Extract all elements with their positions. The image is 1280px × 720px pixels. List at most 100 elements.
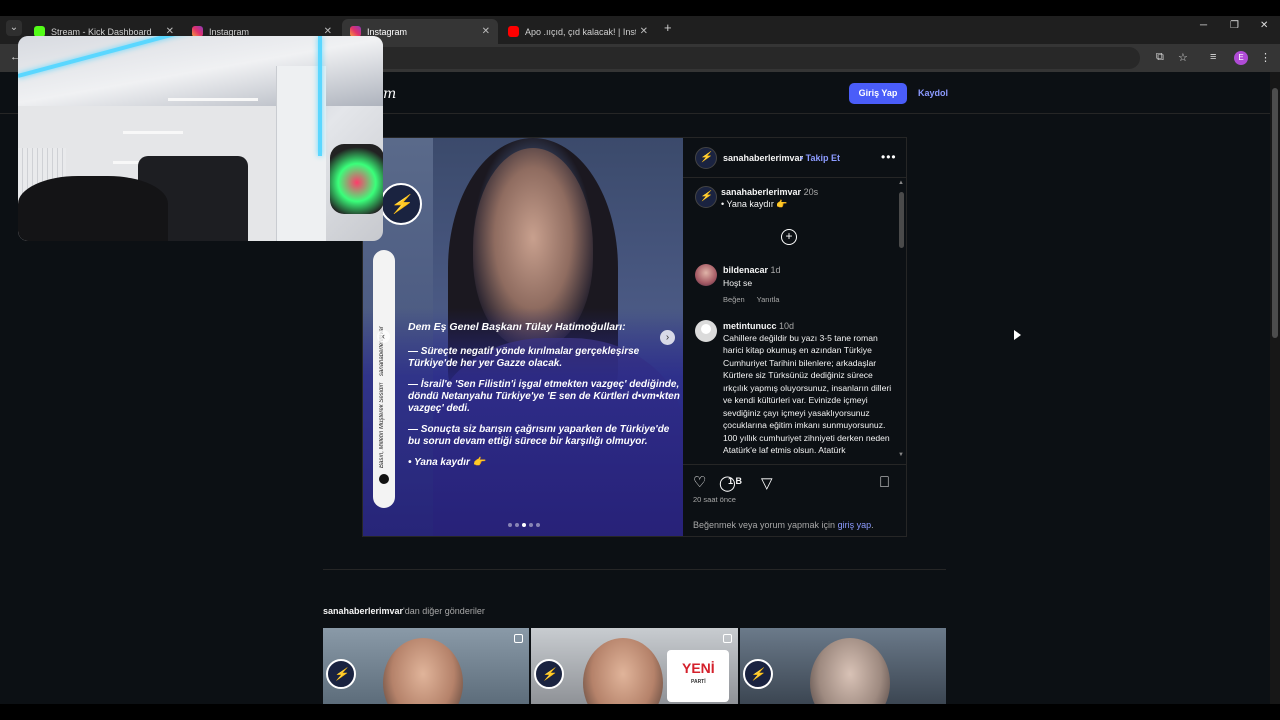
carousel-dot bbox=[515, 523, 519, 527]
scroll-thumb[interactable] bbox=[899, 192, 904, 248]
tab-youtube[interactable]: Apo .ııçıd, çıd kalacak! | InstaKa ✕ bbox=[500, 19, 656, 44]
login-link[interactable]: giriş yap bbox=[838, 520, 872, 530]
scroll-up-icon[interactable]: ▲ bbox=[898, 180, 904, 186]
comment-time: 1d bbox=[770, 265, 781, 275]
comments-scrollbar[interactable]: ▲ ▼ bbox=[898, 180, 905, 460]
media-control-icon[interactable]: ≡ bbox=[1210, 51, 1216, 63]
post-action-bar: ♡ ◯ 1 B ▽ ⎕ 20 saat önce Beğenmek veya y… bbox=[683, 464, 906, 536]
post-header: ⚡ sanahaberlerimvar • Takip Et ••• bbox=[683, 138, 906, 178]
comment-count: 1 B bbox=[728, 476, 743, 486]
signup-link[interactable]: Kaydol bbox=[918, 88, 948, 98]
post-side-panel: ⚡ sanahaberlerimvar • Takip Et ••• ⚡ san… bbox=[683, 138, 906, 536]
post-timestamp: 20 saat önce bbox=[693, 495, 736, 504]
new-tab-button[interactable]: + bbox=[664, 20, 672, 35]
login-prompt: Beğenmek veya yorum yapmak için giriş ya… bbox=[693, 520, 874, 530]
like-comment-link[interactable]: Beğen bbox=[723, 295, 745, 304]
side-strip-logo-icon bbox=[379, 474, 389, 484]
side-strip-caption: Basın, Milletin Müşterek Sesidir! sanaha… bbox=[379, 268, 389, 468]
carousel-dot bbox=[529, 523, 533, 527]
brand-logo-badge: ⚡ bbox=[380, 183, 422, 225]
comment-text: Hoşt se bbox=[723, 278, 753, 288]
reply-comment-link[interactable]: Yanıtla bbox=[757, 295, 780, 304]
carousel-next-icon[interactable]: › bbox=[660, 330, 675, 345]
address-bar[interactable] bbox=[370, 47, 1140, 69]
post-thumbnail[interactable]: ⚡ bbox=[739, 628, 946, 704]
webcam-microphone bbox=[330, 144, 383, 214]
post-media-carousel[interactable]: Basın, Milletin Müşterek Sesidir! sanaha… bbox=[363, 138, 683, 536]
caption-username[interactable]: sanahaberlerimvar bbox=[721, 187, 801, 197]
comment-username[interactable]: metintunucc bbox=[723, 321, 777, 331]
carousel-indicator-icon bbox=[722, 634, 732, 643]
comment-actions: Beğen Yanıtla bbox=[723, 295, 789, 304]
carousel-dot bbox=[522, 523, 526, 527]
login-prompt-text: Beğenmek veya yorum yapmak için bbox=[693, 520, 836, 530]
caption-header: sanahaberlerimvar 20s bbox=[721, 187, 818, 197]
account-username[interactable]: sanahaberlerimvar bbox=[723, 153, 803, 163]
window-close-icon[interactable]: ✕ bbox=[1260, 20, 1268, 31]
scroll-down-icon[interactable]: ▼ bbox=[898, 452, 904, 458]
commenter-avatar[interactable] bbox=[695, 264, 717, 286]
bookmark-star-icon[interactable]: ☆ bbox=[1178, 51, 1188, 64]
profile-avatar[interactable]: E bbox=[1234, 51, 1248, 65]
brand-logo-badge: ⚡ bbox=[326, 659, 356, 689]
minimize-icon[interactable]: ─ bbox=[1200, 20, 1207, 31]
carousel-prev-icon[interactable]: ‹ bbox=[377, 330, 390, 343]
commenter-avatar[interactable] bbox=[695, 320, 717, 342]
mouse-cursor-icon bbox=[1014, 330, 1021, 340]
caption-avatar[interactable]: ⚡ bbox=[695, 186, 717, 208]
party-logo-text: YENİ bbox=[681, 660, 715, 676]
instagram-logo[interactable]: m bbox=[383, 86, 396, 102]
webcam-led-strip bbox=[318, 36, 322, 156]
headline-line: — Süreçte negatif yönde kırılmalar gerçe… bbox=[408, 345, 640, 369]
install-app-icon[interactable]: ⧉ bbox=[1156, 51, 1164, 64]
webcam-shelf bbox=[123, 131, 183, 134]
carousel-dot bbox=[508, 523, 512, 527]
thumbnail-photo bbox=[583, 638, 664, 704]
headline-line: — İsrail'e 'Sen Filistin'i işgal etmekte… bbox=[408, 378, 680, 414]
maximize-icon[interactable]: ❐ bbox=[1230, 20, 1239, 31]
comment-username[interactable]: bildenacar bbox=[723, 265, 768, 275]
youtube-icon bbox=[508, 26, 519, 37]
more-posts-title: sanahaberlerimvar'dan diğer gönderiler bbox=[323, 606, 485, 616]
webcam-person bbox=[18, 176, 168, 241]
bookmark-icon[interactable]: ⎕ bbox=[880, 474, 889, 491]
load-more-comments-icon[interactable]: + bbox=[781, 229, 797, 245]
post-thumbnail[interactable]: ⚡ bbox=[323, 628, 530, 704]
caption-time: 20s bbox=[803, 187, 819, 197]
tab-title: Apo .ııçıd, çıd kalacak! | InstaKa bbox=[525, 26, 636, 37]
more-options-icon[interactable]: ••• bbox=[881, 150, 897, 164]
account-avatar[interactable]: ⚡ bbox=[695, 147, 717, 169]
webcam-shelf bbox=[168, 98, 258, 101]
comments-list[interactable]: ⚡ sanahaberlerimvar 20s • Yana kaydır 👉 … bbox=[683, 179, 898, 463]
webcam-ceiling bbox=[18, 36, 383, 106]
brand-logo-badge: ⚡ bbox=[534, 659, 565, 689]
carousel-dot bbox=[536, 523, 540, 527]
comment-text: Cahillere değildir bu yazı 3-5 tane roma… bbox=[723, 333, 892, 456]
screen-bottom-bar bbox=[0, 704, 1280, 720]
tab-title: Instagram bbox=[209, 26, 250, 37]
more-posts-suffix: 'dan diğer gönderiler bbox=[403, 606, 485, 616]
comment-time: 10d bbox=[779, 321, 795, 331]
browser-menu-icon[interactable]: ⋮ bbox=[1260, 51, 1271, 64]
carousel-indicator-icon bbox=[514, 634, 524, 643]
page-scroll-thumb[interactable] bbox=[1272, 88, 1278, 338]
party-logo: YENİ PARTİ bbox=[667, 650, 730, 702]
post-thumbnail[interactable]: YENİ PARTİ ⚡ bbox=[531, 628, 738, 704]
follow-button[interactable]: • Takip Et bbox=[800, 153, 840, 163]
party-logo-subtext: PARTİ bbox=[691, 679, 706, 685]
login-button[interactable]: Giriş Yap bbox=[849, 83, 907, 104]
share-icon[interactable]: ▽ bbox=[761, 474, 773, 492]
brand-logo-badge: ⚡ bbox=[742, 659, 773, 689]
close-icon[interactable]: ✕ bbox=[640, 26, 648, 37]
login-prompt-suffix: . bbox=[871, 520, 874, 530]
tab-title: Stream - Kick Dashboard bbox=[51, 26, 152, 37]
comment-header: bildenacar 1d bbox=[723, 265, 781, 275]
tab-search-button[interactable]: ⌄ bbox=[6, 20, 22, 36]
post-headline: Dem Eş Genel Başkanı Tülay Hatimoğulları… bbox=[408, 321, 680, 478]
like-heart-icon[interactable]: ♡ bbox=[693, 473, 706, 491]
more-posts-account[interactable]: sanahaberlerimvar bbox=[323, 606, 403, 616]
tab-title: Instagram bbox=[367, 26, 408, 37]
comment-header: metintunucc 10d bbox=[723, 321, 794, 331]
post-card: Basın, Milletin Müşterek Sesidir! sanaha… bbox=[362, 137, 907, 537]
close-icon[interactable]: ✕ bbox=[482, 26, 490, 37]
